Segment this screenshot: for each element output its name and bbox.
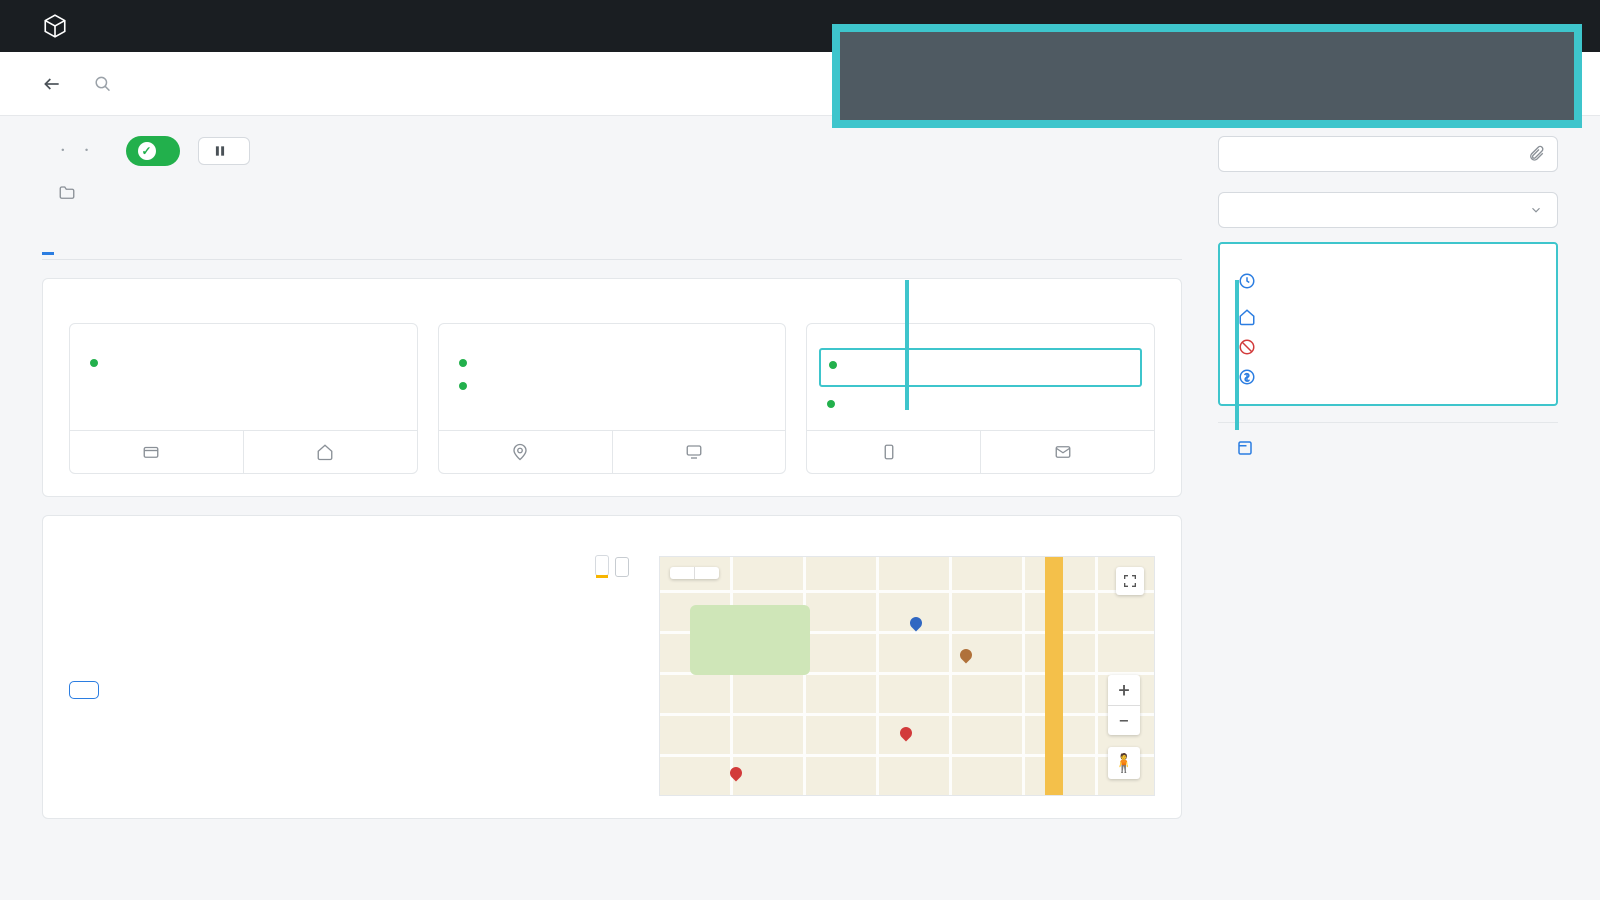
- arrow-left-icon: [42, 74, 62, 94]
- action-resubmit[interactable]: [1238, 266, 1538, 296]
- chevron-down-icon: [1529, 203, 1543, 217]
- order-meta: [42, 184, 1182, 210]
- pause-icon: [213, 144, 227, 158]
- mail-icon: [1054, 443, 1072, 461]
- notes-input[interactable]: [1231, 145, 1527, 163]
- intel-card-address: [69, 323, 418, 474]
- zoom-in-icon[interactable]: +: [1108, 675, 1140, 705]
- card-stat[interactable]: [807, 431, 980, 473]
- explainer-callout: [832, 24, 1582, 128]
- review-decision-select[interactable]: [1218, 192, 1558, 228]
- card-brand: [595, 556, 629, 575]
- status-approved-badge: ✓: [126, 136, 180, 166]
- map[interactable]: +− 🧍: [659, 556, 1155, 796]
- card-stat[interactable]: [70, 431, 243, 473]
- notes-input-wrap[interactable]: [1218, 136, 1558, 172]
- payment-details: [69, 593, 629, 665]
- intel-card-device: [438, 323, 787, 474]
- dollar-icon: [1238, 368, 1256, 386]
- card-stat[interactable]: [243, 431, 417, 473]
- map-highway: [1045, 557, 1063, 795]
- refresh-icon: [1238, 272, 1256, 290]
- home-icon: [316, 443, 334, 461]
- map-tab-map[interactable]: [670, 567, 694, 579]
- map-roads: [660, 557, 1154, 795]
- detail-tabs: [42, 228, 1182, 260]
- search-icon: [94, 75, 112, 93]
- zoom-out-icon[interactable]: −: [1108, 705, 1140, 735]
- divider: [1218, 422, 1558, 423]
- intel-card-email: [806, 323, 1155, 474]
- cancel-icon: [1238, 338, 1256, 356]
- hold-button[interactable]: [198, 137, 250, 165]
- map-type-toggle[interactable]: [670, 567, 719, 579]
- view-transaction-history-button[interactable]: [69, 681, 99, 699]
- card-stat[interactable]: [439, 431, 612, 473]
- monitor-icon: [685, 443, 703, 461]
- action-update-address[interactable]: [1238, 302, 1538, 332]
- map-zoom[interactable]: +−: [1108, 675, 1140, 735]
- order-header: · · ✓: [42, 136, 1182, 166]
- action-request-reimbursement[interactable]: [1238, 362, 1538, 392]
- separator-dot: ·: [84, 139, 90, 164]
- action-cancel-guarantee[interactable]: [1238, 332, 1538, 362]
- tab-order[interactable]: [42, 228, 54, 255]
- home-icon: [1238, 308, 1256, 326]
- actions-panel: [1218, 242, 1558, 406]
- brand-logo: [42, 13, 78, 39]
- folder-icon[interactable]: [58, 184, 76, 202]
- bullet-dot-icon: [459, 359, 467, 367]
- bullet-dot-icon: [459, 382, 467, 390]
- map-park: [690, 605, 810, 675]
- mobile-icon: [880, 443, 898, 461]
- separator-dot: ·: [60, 139, 66, 164]
- close-case-button[interactable]: [1218, 439, 1558, 457]
- pin-icon: [511, 443, 529, 461]
- logo-icon: [42, 13, 68, 39]
- pegman-icon[interactable]: 🧍: [1108, 747, 1140, 779]
- archive-icon: [1236, 439, 1254, 457]
- order-summary-panel: +− 🧍: [42, 515, 1182, 819]
- check-icon: ✓: [138, 142, 156, 160]
- bullet-dot-icon: [90, 359, 98, 367]
- attachment-icon[interactable]: [1527, 145, 1545, 163]
- fullscreen-icon[interactable]: [1116, 567, 1144, 595]
- card-icon: [142, 443, 160, 461]
- bullet-dot-icon: [827, 400, 835, 408]
- bullet-dot-icon: [829, 361, 837, 369]
- map-tab-satellite[interactable]: [694, 567, 719, 579]
- callout-connector: [905, 280, 909, 410]
- back-to-results[interactable]: [42, 74, 70, 94]
- visa-badge: [595, 555, 609, 576]
- debit-badge: [615, 557, 629, 577]
- callout-connector: [1235, 280, 1239, 430]
- card-stat[interactable]: [612, 431, 786, 473]
- intelligence-panel: [42, 278, 1182, 497]
- card-stat[interactable]: [980, 431, 1154, 473]
- highlighted-signal: [819, 348, 1142, 387]
